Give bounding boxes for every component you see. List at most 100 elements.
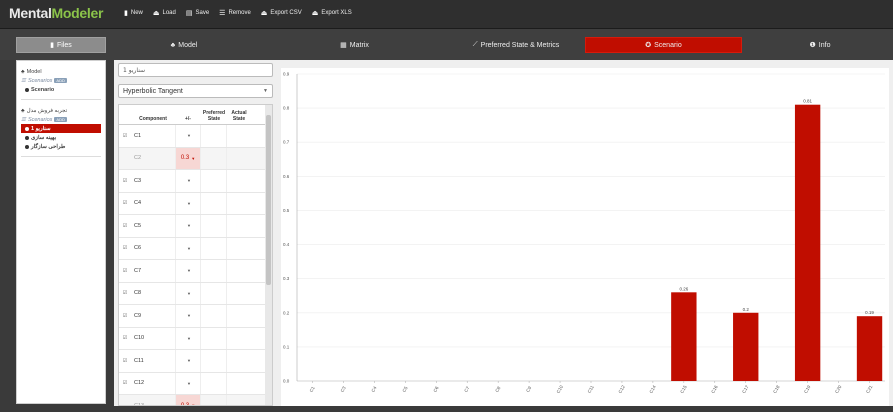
component-name: C6 bbox=[134, 245, 142, 252]
preferred-state-cell[interactable] bbox=[201, 350, 227, 372]
row-checkbox[interactable]: ☑ bbox=[119, 335, 131, 341]
component-name: C1 bbox=[134, 132, 142, 139]
tab-files[interactable]: ▮ Files bbox=[16, 37, 106, 53]
tab-info[interactable]: ❶ Info bbox=[750, 37, 890, 53]
app-logo[interactable]: MentalModeler bbox=[9, 5, 103, 21]
save-menu-item[interactable]: ▤ Save bbox=[186, 9, 209, 17]
bar-chart-svg: 0.0 0.1 0.2 0.3 0.4 0.5 0.6 0.7 0.8 0.9 C1 C3 C4 C5 C6… bbox=[283, 72, 885, 394]
scenarios-label: Scenarios bbox=[27, 116, 53, 123]
plus-minus-dropdown[interactable]: 0.3 ▼ bbox=[175, 147, 201, 169]
row-checkbox[interactable]: ☑ bbox=[119, 358, 131, 364]
header-actual-state[interactable]: Actual State bbox=[227, 110, 251, 122]
tab-preferred-state-metrics[interactable]: ⟋ Preferred State & Metrics bbox=[455, 37, 577, 53]
export-xls-icon: ⏏ bbox=[311, 10, 319, 17]
model-name: تجربه فروش مدل bbox=[26, 107, 68, 114]
plus-minus-dropdown[interactable]: ▼ bbox=[175, 125, 201, 147]
tab-model[interactable]: ♣ Model bbox=[114, 37, 254, 53]
preferred-state-cell[interactable] bbox=[201, 170, 227, 192]
plus-minus-dropdown[interactable]: 0.3 ▼ bbox=[175, 395, 201, 406]
x-tick-label: C9 bbox=[525, 385, 532, 393]
bar-C15[interactable] bbox=[671, 292, 697, 381]
bar-value-label: 0.81 bbox=[803, 99, 812, 104]
row-checkbox[interactable]: ☑ bbox=[119, 200, 131, 206]
plus-minus-value: 0.3 bbox=[180, 155, 190, 162]
preferred-state-cell[interactable] bbox=[201, 372, 227, 394]
add-scenario-button[interactable]: ADD bbox=[54, 78, 67, 83]
plus-minus-dropdown[interactable]: ▼ bbox=[175, 372, 201, 394]
plus-minus-dropdown[interactable]: ▼ bbox=[175, 192, 201, 214]
y-tick-label: 0.3 bbox=[283, 276, 290, 281]
plus-minus-dropdown[interactable]: ▼ bbox=[175, 215, 201, 237]
scenario-label: سناریو 1 bbox=[31, 125, 51, 132]
preferred-state-cell[interactable] bbox=[201, 395, 227, 405]
x-tick-label: C1 bbox=[309, 385, 316, 393]
table-row: ☑ C5 ▼ bbox=[119, 215, 272, 238]
sidebar-model-title[interactable]: ♣ تجربه فروش مدل bbox=[21, 106, 101, 115]
sidebar-model-title[interactable]: ♣ Model bbox=[21, 67, 101, 76]
y-tick-label: 0.5 bbox=[283, 208, 290, 213]
export-xls-menu-item[interactable]: ⏏ Export XLS bbox=[312, 9, 352, 17]
plus-minus-value: 0.3 bbox=[180, 402, 190, 406]
preferred-state-cell[interactable] bbox=[201, 260, 227, 282]
scenario-name-input[interactable]: سناریو 1 bbox=[118, 63, 273, 77]
preferred-state-cell[interactable] bbox=[201, 125, 227, 147]
preferred-state-cell[interactable] bbox=[201, 327, 227, 349]
row-checkbox[interactable]: ☑ bbox=[119, 178, 131, 184]
plus-minus-dropdown[interactable]: ▼ bbox=[175, 305, 201, 327]
component-name: C12 bbox=[134, 380, 145, 387]
row-checkbox[interactable]: ☑ bbox=[119, 313, 131, 319]
table-row: ☑ C1 ▼ bbox=[119, 125, 272, 148]
preferred-state-cell[interactable] bbox=[201, 282, 227, 304]
tab-label: Files bbox=[57, 41, 72, 49]
row-checkbox[interactable]: ☑ bbox=[119, 245, 131, 251]
actual-state-cell bbox=[227, 373, 251, 395]
scenarios-header: ☰ Scenarios ADD bbox=[21, 115, 101, 124]
plus-minus-dropdown[interactable]: ▼ bbox=[175, 282, 201, 304]
function-select[interactable]: Hyperbolic Tangent ▼ bbox=[118, 84, 273, 98]
preferred-state-cell[interactable] bbox=[201, 305, 227, 327]
components-table: Component +/- Preferred State Actual Sta… bbox=[118, 104, 273, 406]
remove-icon: ☰ bbox=[219, 10, 226, 17]
plus-minus-dropdown[interactable]: ▼ bbox=[175, 260, 201, 282]
header-preferred-state[interactable]: Preferred State bbox=[201, 110, 227, 122]
sidebar-scenario-item[interactable]: طراحی سازگار bbox=[21, 142, 101, 151]
scenarios-header: ☰ Scenarios ADD bbox=[21, 76, 101, 85]
scrollbar-thumb[interactable] bbox=[266, 115, 271, 285]
x-tick-label: C11 bbox=[587, 384, 596, 394]
sidebar-scenario-item[interactable]: Scenario bbox=[21, 85, 101, 94]
plus-minus-dropdown[interactable]: ▼ bbox=[175, 237, 201, 259]
bar-C17[interactable] bbox=[733, 312, 759, 381]
bar-C21[interactable] bbox=[856, 316, 883, 381]
row-checkbox[interactable]: ☑ bbox=[119, 290, 131, 296]
add-scenario-button[interactable]: ADD bbox=[54, 117, 67, 122]
row-checkbox[interactable]: ☑ bbox=[119, 223, 131, 229]
new-menu-item[interactable]: ▮ New bbox=[124, 9, 143, 17]
row-checkbox[interactable]: ☑ bbox=[119, 380, 131, 386]
preferred-state-cell[interactable] bbox=[201, 237, 227, 259]
component-name: C13 bbox=[134, 402, 145, 406]
preferred-state-cell[interactable] bbox=[201, 147, 227, 169]
x-tick-label: C6 bbox=[432, 385, 439, 393]
row-checkbox[interactable]: ☑ bbox=[119, 268, 131, 274]
preferred-state-cell[interactable] bbox=[201, 215, 227, 237]
menu-item-label: Export XLS bbox=[321, 10, 352, 16]
plus-minus-dropdown[interactable]: ▼ bbox=[175, 350, 201, 372]
header-plus-minus[interactable]: +/- bbox=[175, 116, 201, 122]
table-row: ☑ C7 ▼ bbox=[119, 260, 272, 283]
sidebar-scenario-item[interactable]: سناریو 1 bbox=[21, 124, 101, 133]
tab-matrix[interactable]: ▦ Matrix bbox=[262, 37, 447, 53]
plus-minus-dropdown[interactable]: ▼ bbox=[175, 170, 201, 192]
tab-scenario[interactable]: ✪ Scenario bbox=[585, 37, 742, 53]
bar-C19[interactable] bbox=[794, 104, 821, 381]
table-scrollbar[interactable] bbox=[265, 105, 272, 405]
remove-menu-item[interactable]: ☰ Remove bbox=[219, 9, 251, 17]
sidebar-scenario-item[interactable]: بهینه سازی bbox=[21, 133, 101, 142]
export-csv-menu-item[interactable]: ⏏ Export CSV bbox=[261, 9, 302, 17]
row-checkbox[interactable]: ☑ bbox=[119, 133, 131, 139]
chevron-down-icon: ▼ bbox=[187, 268, 191, 274]
preferred-state-cell[interactable] bbox=[201, 192, 227, 214]
header-component[interactable]: Component bbox=[131, 116, 175, 122]
load-menu-item[interactable]: ⏏ Load bbox=[153, 9, 176, 17]
component-name: C10 bbox=[134, 335, 145, 342]
plus-minus-dropdown[interactable]: ▼ bbox=[175, 327, 201, 349]
